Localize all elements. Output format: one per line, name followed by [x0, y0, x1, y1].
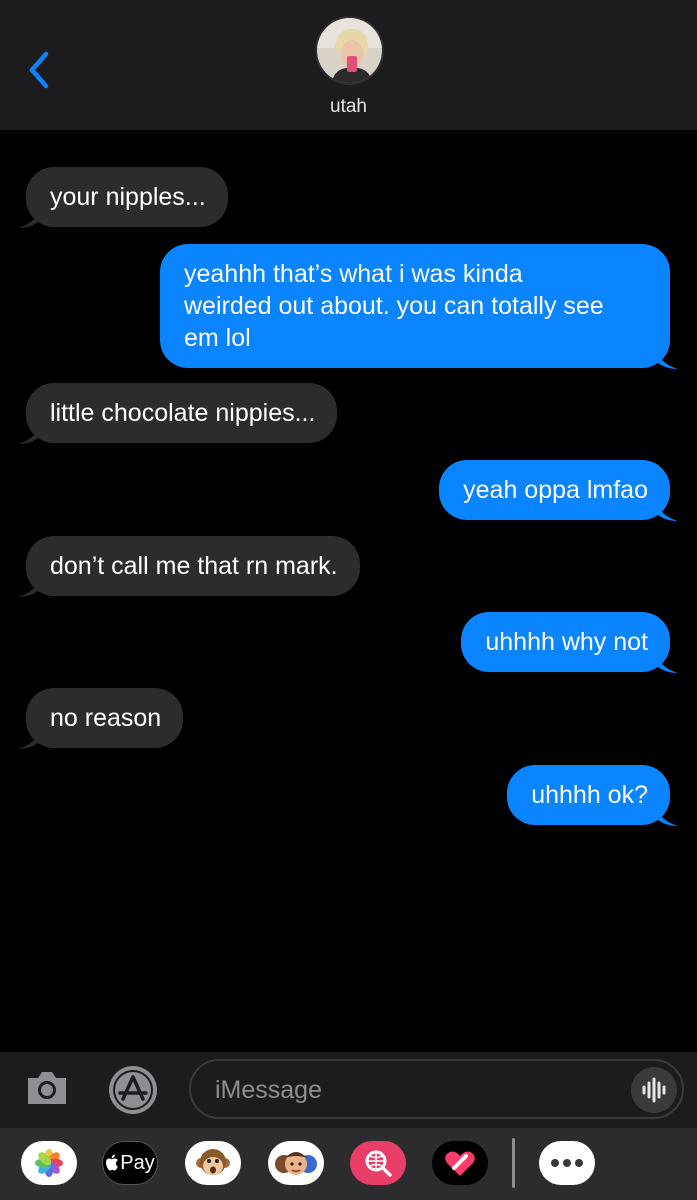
apple-pay-button[interactable]: Pay: [102, 1141, 158, 1185]
message-text: your nipples...: [50, 183, 206, 211]
incoming-message[interactable]: no reason: [18, 688, 184, 749]
digital-touch-button[interactable]: [432, 1141, 488, 1185]
waveform-icon: [642, 1077, 666, 1103]
photos-app-icon: [35, 1149, 63, 1177]
memoji-stickers-button[interactable]: [268, 1141, 324, 1185]
message-text-line: em lol: [184, 324, 251, 352]
outgoing-message[interactable]: uhhhh why not: [461, 612, 678, 673]
outgoing-message[interactable]: uhhhh ok?: [507, 765, 678, 826]
message-text: yeah oppa lmfao: [463, 476, 648, 504]
chevron-left-icon: [29, 51, 49, 89]
app-store-icon: [109, 1066, 157, 1114]
app-drawer-divider: [512, 1138, 515, 1188]
apple-pay-label: Pay: [120, 1151, 155, 1174]
contact-avatar[interactable]: [315, 16, 384, 85]
message-text: no reason: [50, 704, 162, 732]
message-input[interactable]: [215, 1073, 615, 1107]
more-apps-button[interactable]: [539, 1141, 595, 1185]
bubble-tail: [18, 422, 40, 444]
camera-button[interactable]: [24, 1068, 70, 1108]
message-text: little chocolate nippies...: [50, 399, 316, 427]
more-apps-icon: [551, 1159, 583, 1167]
apple-pay-icon: [106, 1154, 119, 1171]
bubble-tail: [656, 347, 678, 369]
outgoing-message[interactable]: yeah oppa lmfao: [439, 460, 678, 521]
incoming-message[interactable]: don’t call me that rn mark.: [18, 536, 360, 597]
bubble-tail: [656, 651, 678, 673]
message-text: uhhhh why not: [485, 628, 648, 656]
digital-touch-icon: [445, 1151, 475, 1176]
voice-message-button[interactable]: [631, 1067, 677, 1113]
camera-icon: [28, 1072, 66, 1104]
message-text-line: weirded out about. you can totally see: [184, 292, 604, 320]
animoji-icon: [196, 1149, 230, 1175]
bubble-tail: [18, 575, 40, 597]
conversation-header: utah: [0, 0, 697, 130]
web-images-button[interactable]: [350, 1141, 406, 1185]
outgoing-message[interactable]: yeahhh that’s what i was kinda weirded o…: [160, 244, 678, 369]
bubble-tail: [18, 206, 40, 228]
contact-name[interactable]: utah: [0, 96, 697, 118]
message-input-container[interactable]: [189, 1059, 684, 1119]
back-button[interactable]: [22, 48, 58, 92]
incoming-message[interactable]: little chocolate nippies...: [18, 383, 338, 444]
photos-app-button[interactable]: [21, 1141, 77, 1185]
animoji-button[interactable]: [185, 1141, 241, 1185]
message-text-line: yeahhh that’s what i was kinda: [184, 260, 523, 288]
composer-bar: [0, 1052, 697, 1128]
bubble-tail: [656, 804, 678, 826]
app-drawer: Pay: [0, 1128, 697, 1200]
message-text: uhhhh ok?: [531, 781, 648, 809]
bubble-tail: [18, 727, 40, 749]
web-images-search-icon: [365, 1150, 392, 1177]
incoming-message[interactable]: your nipples...: [18, 167, 228, 228]
memoji-stickers-icon: [275, 1152, 317, 1175]
app-store-button[interactable]: [106, 1065, 160, 1115]
message-text: don’t call me that rn mark.: [50, 552, 338, 580]
message-thread[interactable]: your nipples... yeahhh that’s what i was…: [0, 130, 697, 1052]
bubble-tail: [656, 499, 678, 521]
